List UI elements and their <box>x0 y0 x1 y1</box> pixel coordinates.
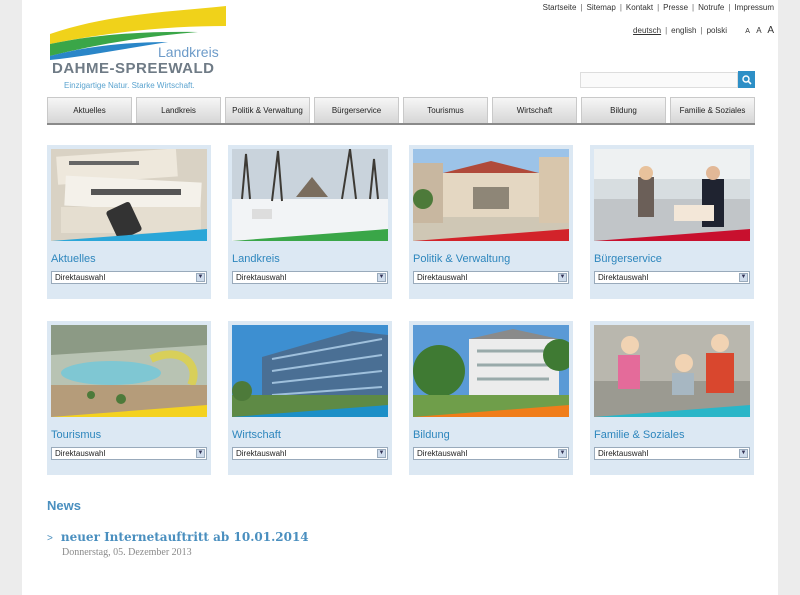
tile-title-buergerservice: Bürgerservice <box>594 253 662 265</box>
nav-bildung[interactable]: Bildung <box>581 97 666 123</box>
chevron-down-icon: ▼ <box>558 449 567 458</box>
tile-title-familie-soziales: Familie & Soziales <box>594 429 685 441</box>
lang-english[interactable]: english <box>671 26 696 35</box>
search-icon <box>741 74 752 85</box>
link-presse[interactable]: Presse <box>663 3 688 12</box>
tile-buergerservice: Bürgerservice Direktauswahl ▼ <box>590 145 754 299</box>
select-value: Direktauswahl <box>598 449 649 458</box>
search-input[interactable] <box>580 72 738 88</box>
direktauswahl-select-buergerservice[interactable]: Direktauswahl ▼ <box>594 271 750 284</box>
select-value: Direktauswahl <box>417 449 468 458</box>
direktauswahl-select-landkreis[interactable]: Direktauswahl ▼ <box>232 271 388 284</box>
separator: | <box>619 3 622 12</box>
news-item: > neuer Internetauftritt ab 10.01.2014 <box>47 528 309 546</box>
page: Landkreis DAHME-SPREEWALD Einzigartige N… <box>22 0 778 595</box>
select-value: Direktauswahl <box>55 273 106 282</box>
lang-polski[interactable]: polski <box>707 26 727 35</box>
logo[interactable]: Landkreis DAHME-SPREEWALD Einzigartige N… <box>48 4 228 94</box>
tile-landkreis: Landkreis Direktauswahl ▼ <box>228 145 392 299</box>
tile-image-tourismus[interactable] <box>51 325 207 417</box>
tile-familie-soziales: Familie & Soziales Direktauswahl ▼ <box>590 321 754 475</box>
nav-familie-soziales[interactable]: Familie & Soziales <box>670 97 755 123</box>
tile-image-landkreis[interactable] <box>232 149 388 241</box>
tile-image-wirtschaft[interactable] <box>232 325 388 417</box>
tile-wirtschaft: Wirtschaft Direktauswahl ▼ <box>228 321 392 475</box>
separator: | <box>580 3 583 12</box>
tile-image-aktuelles[interactable] <box>51 149 207 241</box>
tile-title-bildung: Bildung <box>413 429 450 441</box>
chevron-down-icon: ▼ <box>558 273 567 282</box>
chevron-down-icon: ▼ <box>377 449 386 458</box>
direktauswahl-select-tourismus[interactable]: Direktauswahl ▼ <box>51 447 207 460</box>
nav-landkreis[interactable]: Landkreis <box>136 97 221 123</box>
tile-title-wirtschaft: Wirtschaft <box>232 429 281 441</box>
separator: | <box>665 26 668 35</box>
tile-title-aktuelles: Aktuelles <box>51 253 96 265</box>
separator: | <box>728 3 731 12</box>
language-bar: deutsch | english | polski A A A <box>633 25 774 36</box>
search-button[interactable] <box>738 71 755 88</box>
tile-title-politik-verwaltung: Politik & Verwaltung <box>413 253 511 265</box>
tile-tourismus: Tourismus Direktauswahl ▼ <box>47 321 211 475</box>
select-value: Direktauswahl <box>55 449 106 458</box>
logo-title: DAHME-SPREEWALD <box>52 60 215 77</box>
chevron-right-icon: > <box>47 533 53 544</box>
chevron-down-icon: ▼ <box>739 273 748 282</box>
chevron-down-icon: ▼ <box>196 273 205 282</box>
main-nav: Aktuelles Landkreis Politik & Verwaltung… <box>47 97 755 125</box>
link-startseite[interactable]: Startseite <box>543 3 577 12</box>
nav-wirtschaft[interactable]: Wirtschaft <box>492 97 577 123</box>
link-impressum[interactable]: Impressum <box>734 3 774 12</box>
direktauswahl-select-wirtschaft[interactable]: Direktauswahl ▼ <box>232 447 388 460</box>
news-date: Donnerstag, 05. Dezember 2013 <box>62 547 192 558</box>
lang-deutsch[interactable]: deutsch <box>633 26 661 35</box>
link-kontakt[interactable]: Kontakt <box>626 3 653 12</box>
tile-image-politik-verwaltung[interactable] <box>413 149 569 241</box>
chevron-down-icon: ▼ <box>196 449 205 458</box>
tile-aktuelles: Aktuelles Direktauswahl ▼ <box>47 145 211 299</box>
tile-title-tourismus: Tourismus <box>51 429 102 441</box>
logo-slogan: Einzigartige Natur. Starke Wirtschaft. <box>64 81 195 90</box>
tile-image-bildung[interactable] <box>413 325 569 417</box>
tile-title-landkreis: Landkreis <box>232 253 280 265</box>
nav-buergerservice[interactable]: Bürgerservice <box>314 97 399 123</box>
direktauswahl-select-bildung[interactable]: Direktauswahl ▼ <box>413 447 569 460</box>
select-value: Direktauswahl <box>236 273 287 282</box>
link-sitemap[interactable]: Sitemap <box>586 3 615 12</box>
nav-politik-verwaltung[interactable]: Politik & Verwaltung <box>225 97 310 123</box>
font-size-medium[interactable]: A <box>756 26 761 35</box>
link-notrufe[interactable]: Notrufe <box>698 3 724 12</box>
separator: | <box>700 26 703 35</box>
tile-bildung: Bildung Direktauswahl ▼ <box>409 321 573 475</box>
direktauswahl-select-politik-verwaltung[interactable]: Direktauswahl ▼ <box>413 271 569 284</box>
top-links: Startseite | Sitemap | Kontakt | Presse | Notruf… <box>543 3 774 12</box>
news-heading: News <box>47 498 81 513</box>
separator: | <box>657 3 660 12</box>
font-size-small[interactable]: A <box>745 28 750 35</box>
tile-image-familie-soziales[interactable] <box>594 325 750 417</box>
chevron-down-icon: ▼ <box>739 449 748 458</box>
direktauswahl-select-aktuelles[interactable]: Direktauswahl ▼ <box>51 271 207 284</box>
tile-image-buergerservice[interactable] <box>594 149 750 241</box>
select-value: Direktauswahl <box>417 273 468 282</box>
news-link[interactable]: neuer Internetauftritt ab 10.01.2014 <box>61 530 309 544</box>
tile-politik-verwaltung: Politik & Verwaltung Direktauswahl ▼ <box>409 145 573 299</box>
font-size-large[interactable]: A <box>767 25 774 36</box>
chevron-down-icon: ▼ <box>377 273 386 282</box>
direktauswahl-select-familie-soziales[interactable]: Direktauswahl ▼ <box>594 447 750 460</box>
nav-aktuelles[interactable]: Aktuelles <box>47 97 132 123</box>
select-value: Direktauswahl <box>598 273 649 282</box>
select-value: Direktauswahl <box>236 449 287 458</box>
nav-tourismus[interactable]: Tourismus <box>403 97 488 123</box>
separator: | <box>692 3 695 12</box>
logo-landkreis: Landkreis <box>158 44 219 60</box>
